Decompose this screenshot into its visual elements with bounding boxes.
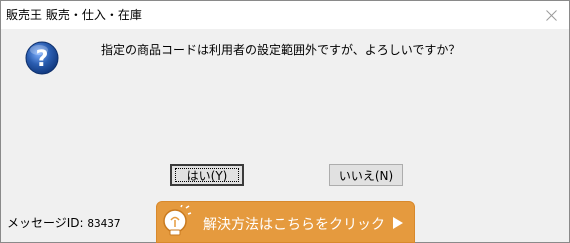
yes-button[interactable]: はい(Y): [170, 164, 244, 186]
no-button-label: いいえ(N): [338, 168, 394, 183]
dialog-window: 販売王 販売・仕入・在庫 ? 指定の商品コードは利用者の設定範囲外ですが、よろし…: [0, 0, 570, 243]
close-icon: [545, 9, 557, 21]
message-id-label: メッセージID:: [7, 216, 84, 230]
focus-rectangle: [175, 168, 239, 182]
message-text: 指定の商品コードは利用者の設定範囲外ですが、よろしいですか？: [101, 43, 461, 57]
help-link-text: 解決方法はこちらをクリック: [203, 217, 385, 233]
question-icon: ?: [25, 41, 59, 75]
message-id-value: 83437: [87, 217, 121, 230]
help-banner-button[interactable]: 解決方法はこちらをクリック: [156, 201, 415, 243]
svg-text:?: ?: [36, 47, 49, 72]
no-button[interactable]: いいえ(N): [329, 164, 403, 186]
lightbulb-icon: [163, 205, 192, 236]
arrow-right-icon: [393, 217, 403, 229]
message-id: メッセージID: 83437: [7, 214, 121, 231]
close-button[interactable]: [533, 1, 569, 29]
window-title: 販売王 販売・仕入・在庫: [6, 8, 142, 22]
title-bar: 販売王 販売・仕入・在庫: [1, 1, 569, 29]
